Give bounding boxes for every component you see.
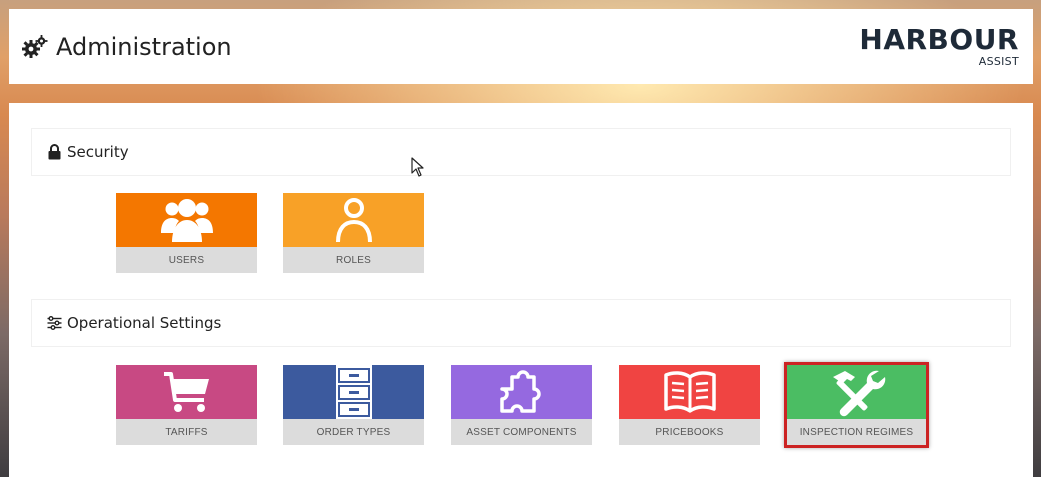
logo-sub-text: ASSIST (978, 55, 1019, 68)
tile-tariffs[interactable]: TARIFFS (116, 365, 257, 445)
tile-roles-label: ROLES (283, 247, 424, 273)
tile-pricebooks[interactable]: PRICEBOOKS (619, 365, 760, 445)
tile-tariffs-label: TARIFFS (116, 419, 257, 445)
tile-roles-color (283, 193, 424, 247)
puzzle-piece-icon (499, 370, 541, 413)
tile-order-types[interactable]: ORDER TYPES (283, 365, 424, 445)
page-header: Administration HARBOUR ASSIST (9, 9, 1033, 84)
tile-tariffs-color (116, 365, 257, 419)
admin-panel: Security USERS ROLES Operational Setting… (9, 103, 1033, 477)
tile-order-types-color (283, 365, 424, 419)
page-title: Administration (56, 32, 232, 61)
hammer-wrench-icon (832, 370, 885, 417)
tile-inspection-regimes-label: INSPECTION REGIMES (787, 419, 926, 445)
section-operational-title: Operational Settings (67, 314, 222, 332)
harbour-assist-logo: HARBOUR ASSIST (859, 25, 1019, 71)
tile-users[interactable]: USERS (116, 193, 257, 273)
logo-main-text: HARBOUR (859, 23, 1019, 56)
tile-asset-components-color (451, 365, 592, 419)
open-book-icon (663, 371, 716, 413)
title-wrap: Administration (22, 33, 232, 61)
tile-pricebooks-color (619, 365, 760, 419)
filing-cabinet-icon (335, 365, 372, 419)
tile-pricebooks-label: PRICEBOOKS (619, 419, 760, 445)
tile-asset-components[interactable]: ASSET COMPONENTS (451, 365, 592, 445)
tile-asset-components-label: ASSET COMPONENTS (451, 419, 592, 445)
sliders-icon (47, 316, 62, 330)
gears-icon (22, 34, 48, 58)
tile-order-types-label: ORDER TYPES (283, 419, 424, 445)
tile-roles[interactable]: ROLES (283, 193, 424, 273)
user-icon (335, 198, 372, 243)
section-operational-header: Operational Settings (31, 299, 1011, 347)
shopping-cart-icon (163, 372, 209, 412)
section-security-title: Security (67, 143, 129, 161)
section-security-header: Security (31, 128, 1011, 176)
tile-users-label: USERS (116, 247, 257, 273)
mouse-cursor-icon (411, 157, 424, 177)
tile-inspection-regimes-color (787, 365, 926, 419)
tile-inspection-regimes[interactable]: INSPECTION REGIMES (787, 365, 926, 445)
lock-icon (48, 144, 61, 160)
tile-users-color (116, 193, 257, 247)
users-icon (160, 199, 213, 242)
